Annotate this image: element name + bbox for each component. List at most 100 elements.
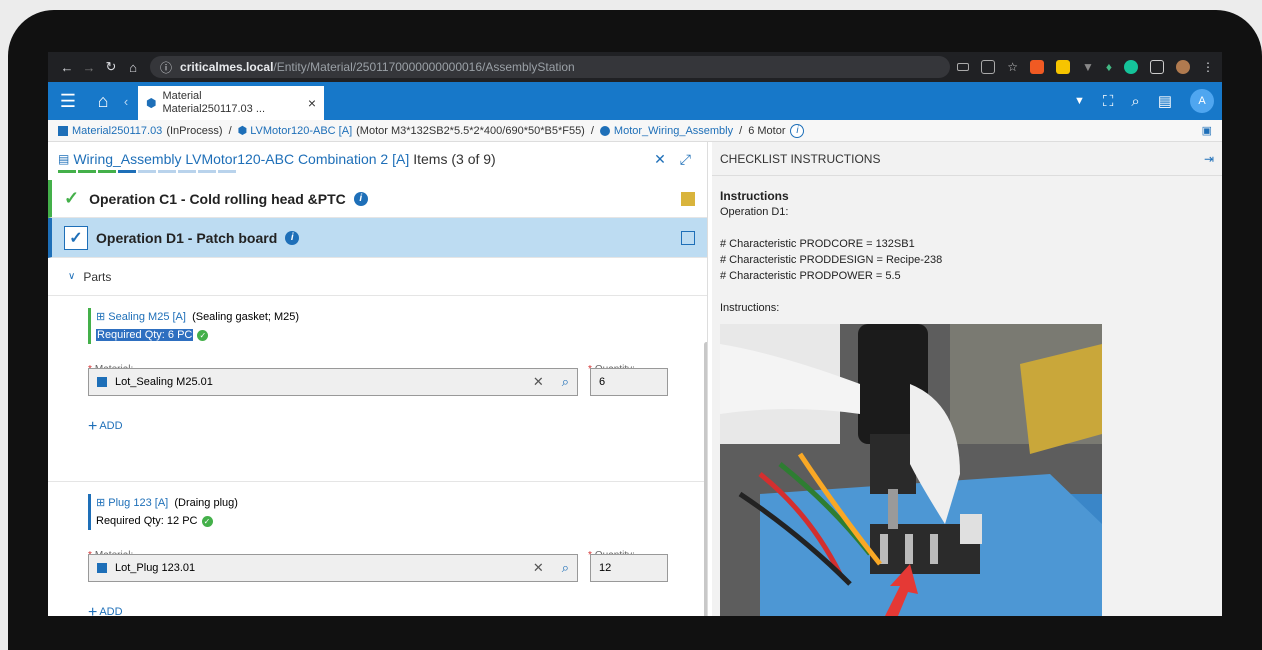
checkbox-checked-icon[interactable]: ✓ [64,225,88,250]
site-info-icon[interactable]: ⓘ [160,59,172,76]
checklist-title: CHECKLIST INSTRUCTIONS [720,151,881,166]
clear-icon[interactable]: ✕ [533,374,544,390]
note-icon[interactable] [681,230,695,245]
star-icon[interactable]: ☆ [1007,60,1018,74]
key-icon[interactable] [957,63,970,71]
characteristic-line: # Characteristic PRODCORE = 132SB1 [720,238,915,250]
characteristic-line: # Characteristic PRODPOWER = 5.5 [720,270,901,282]
scrollbar[interactable] [704,342,707,616]
search-icon[interactable]: ⌕ [562,374,569,390]
search-icon[interactable]: ⌕ [562,560,569,576]
info-icon[interactable]: i [790,123,805,138]
progress-step [118,170,136,173]
add-button[interactable]: + ADD [88,604,707,616]
progress-step [78,170,96,173]
product-icon: ⬢ [237,125,248,137]
part-desc: (Draing plug) [174,497,238,509]
scan-icon[interactable]: ⛶ [1103,93,1114,110]
tab-material[interactable]: ⬢ Material Material250117.03 ... × [138,86,324,120]
note-icon[interactable] [681,191,695,206]
material-input[interactable]: Lot_Plug 123.01 ✕ ⌕ [88,554,578,582]
plus-icon: + [88,418,98,435]
checklist-icon: ▤ [58,152,70,166]
task-title[interactable]: Wiring_Assembly LVMotor120-ABC Combinati… [73,151,409,167]
breadcrumb-separator: / [590,124,594,137]
close-icon[interactable]: × [308,95,316,111]
characteristic-line: # Characteristic PRODDESIGN = Recipe-238 [720,254,943,266]
flow-dot-icon [599,125,610,136]
vue-icon[interactable]: ♦ [1106,60,1112,74]
checkmark-icon: ✓ [64,188,80,208]
breadcrumb-flow[interactable]: Motor_Wiring_Assembly [614,125,733,137]
extensions: ☆ ▼ ♦ ⋮ [957,60,1214,74]
browser-toolbar: ← → ↻ ⌂ ⓘ criticalmes.local/Entity/Mater… [48,52,1222,82]
part-item: ⊞ Sealing M25 [A] (Sealing gasket; M25) … [48,296,707,482]
collapse-icon[interactable]: ✕ [654,151,666,168]
breadcrumb-step: 6 Motor [748,124,786,137]
breadcrumb-product-desc: (Motor M3*132SB2*5.5*2*400/690*50*B5*F55… [356,124,585,137]
progress-step [218,170,236,173]
install-icon[interactable] [981,60,996,74]
filter-icon[interactable]: ▼ [1082,60,1094,74]
plus-icon: + [88,604,98,616]
home-button[interactable]: ⌂ [88,82,118,120]
breadcrumb-product[interactable]: LVMotor120-ABC [A] [250,125,352,137]
profile-avatar-icon[interactable] [1176,60,1190,74]
info-icon[interactable]: i [285,230,300,245]
check-circle-icon: ✓ [201,516,213,527]
search-icon[interactable]: ⌕ [1131,93,1139,110]
clear-icon[interactable]: ✕ [533,560,544,576]
extensions-icon[interactable] [1150,60,1164,74]
part-icon: ⊞ [96,311,106,323]
material-square-icon [58,125,68,136]
part-fields: *Material: *Quantity: Lot_Plug 123.01 ✕⌕… [88,530,707,586]
task-pane: ▤ Wiring_Assembly LVMotor120-ABC Combina… [48,142,708,616]
brave-icon[interactable] [1029,60,1044,74]
part-item: ⊞ Plug 123 [A] (Draing plug) Required Qt… [48,482,707,616]
operation-c1[interactable]: ✓ Operation C1 - Cold rolling head &PTC … [48,180,707,218]
tab-label: Material Material250117.03 ... [162,90,266,115]
forward-icon[interactable]: → [78,60,100,75]
material-value: Lot_Sealing M25.01 [115,376,213,388]
instruction-photo [720,324,1102,616]
progress-step [58,170,76,173]
breadcrumb-material[interactable]: Material250117.03 [72,125,162,137]
tab-scroll-left-icon[interactable]: ‹ [118,82,134,120]
part-fields: *Material: *Quantity: Lot_Sealing M25.01… [88,344,707,400]
chevron-down-icon[interactable]: ∨ [68,271,75,282]
progress-step [158,170,176,173]
part-link[interactable]: Sealing M25 [A] [108,311,186,323]
part-link[interactable]: Plug 123 [A] [108,497,168,509]
material-square-icon [97,563,107,573]
quantity-input[interactable]: 12 [590,554,668,582]
menu-icon[interactable]: ⋮ [1202,60,1214,74]
reload-icon[interactable]: ↻ [100,59,122,75]
expand-icon[interactable]: ⤢ [680,151,691,168]
grammarly-icon[interactable] [1124,60,1138,74]
progress-step [98,170,116,173]
back-icon[interactable]: ← [56,60,78,75]
panel-toggle-icon[interactable]: ▣ [1202,124,1212,137]
hamburger-icon[interactable]: ☰ [48,82,88,120]
info-icon[interactable]: i [353,191,368,206]
progress-steps [48,170,707,174]
address-bar[interactable]: ⓘ criticalmes.local/Entity/Material/2501… [150,56,950,78]
progress-step [138,170,156,173]
material-input[interactable]: Lot_Sealing M25.01 ✕ ⌕ [88,368,578,396]
material-icon: ⬢ [146,96,157,110]
operation-d1[interactable]: ✓ Operation D1 - Patch board i [48,218,707,258]
chat-icon[interactable]: ▤ [1158,92,1172,110]
app-header: ☰ ⌂ ‹ ⬢ Material Material250117.03 ... × … [48,82,1222,120]
check-circle-icon: ✓ [197,330,209,341]
breadcrumb: Material250117.03 (InProcess) / ⬢ LVMoto… [48,120,1222,142]
avatar[interactable]: A [1190,89,1214,113]
chevron-down-icon[interactable]: ▼ [1074,95,1085,107]
parts-header[interactable]: ∨ Parts [48,258,707,296]
home-icon[interactable]: ⌂ [122,60,144,75]
breadcrumb-material-state: (InProcess) [166,124,223,137]
add-button[interactable]: + ADD [88,418,707,436]
notes-extension-icon[interactable] [1055,60,1070,74]
quantity-input[interactable]: 6 [590,368,668,396]
part-header: ⊞ Plug 123 [A] (Draing plug) Required Qt… [88,494,707,530]
collapse-panel-icon[interactable]: ⇥ [1204,152,1214,166]
